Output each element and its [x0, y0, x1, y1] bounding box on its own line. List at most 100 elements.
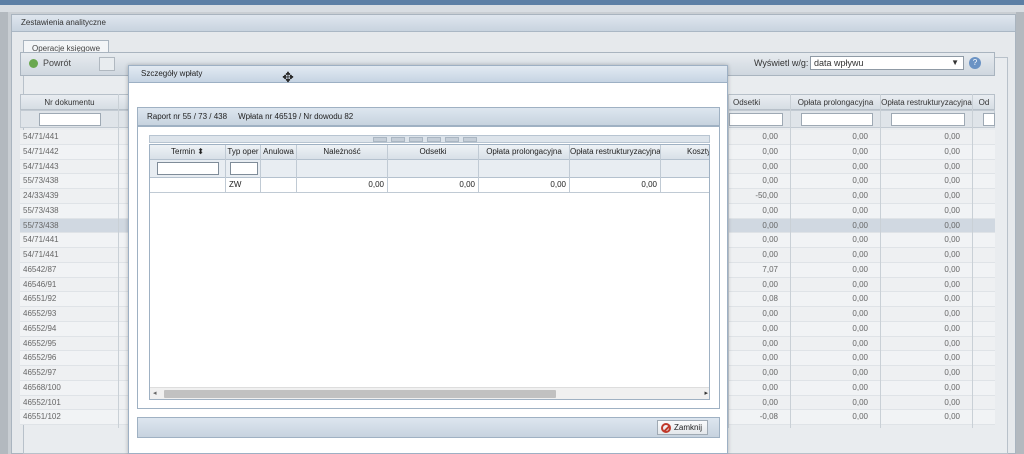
- cell-restructuring-fee: 0,00: [570, 178, 661, 193]
- close-button[interactable]: Zamknij: [656, 420, 708, 435]
- pager-last-icon[interactable]: [463, 137, 477, 142]
- pager-bar: [149, 135, 710, 143]
- cell-doc-number: 46542/87: [23, 264, 57, 274]
- col-restructuring-fee[interactable]: Opłata restrukturyzacyjna: [881, 95, 973, 111]
- pager-page-icon[interactable]: [409, 137, 423, 142]
- cell-restructuring-fee: 0,00: [944, 250, 960, 259]
- sort-icon: ⬍: [197, 147, 204, 156]
- pager-next-icon[interactable]: [445, 137, 459, 142]
- filter-doc-number[interactable]: [39, 113, 101, 126]
- pager-page-icon[interactable]: [427, 137, 441, 142]
- col-doc-number[interactable]: Nr dokumentu: [21, 95, 119, 111]
- back-arrow-icon: [29, 58, 38, 68]
- cancel-icon: [660, 422, 671, 433]
- search-icon[interactable]: [99, 57, 115, 71]
- cell-restructuring-fee: 0,00: [944, 368, 960, 377]
- cell-prolongation-fee: 0,00: [852, 161, 868, 171]
- details-container: Termin ⬍ Typ oper Anulowa Należność Odse…: [137, 126, 720, 409]
- cell-interest: -0,08: [759, 412, 778, 422]
- col-koszty[interactable]: Koszty: [661, 145, 709, 160]
- cell-doc-number: 54/71/441: [23, 235, 59, 245]
- cell-prolongation-fee: 0,00: [852, 146, 868, 156]
- col-odsetki[interactable]: Odsetki: [388, 145, 479, 160]
- filter-extra[interactable]: [983, 113, 995, 126]
- cell-doc-number: 54/71/443: [23, 161, 59, 171]
- col-prolongation-fee[interactable]: Opłata prolongacyjna: [791, 95, 881, 111]
- filter-cell: [570, 160, 661, 178]
- col-anulowana[interactable]: Anulowa: [261, 145, 297, 160]
- pager-first-icon[interactable]: [373, 137, 387, 142]
- display-by-select[interactable]: data wpływu ▼: [810, 56, 964, 70]
- cell-doc-number: 55/73/438: [23, 176, 59, 186]
- scroll-left-icon[interactable]: ◂: [153, 389, 157, 397]
- move-cursor-icon: ✥: [282, 69, 294, 85]
- col-extra[interactable]: Od: [973, 95, 995, 111]
- cell-doc-number: 46546/91: [23, 279, 57, 289]
- help-icon[interactable]: ?: [969, 57, 981, 69]
- cell-doc-number: 54/71/441: [23, 250, 59, 259]
- cell-interest: 0,00: [762, 132, 778, 141]
- cell-koszty: [661, 178, 709, 193]
- filter-prolongation-fee[interactable]: [801, 113, 873, 126]
- cell-interest: 0,00: [762, 220, 778, 230]
- table-row[interactable]: ZW 0,00 0,00 0,00 0,00: [150, 178, 709, 193]
- cell-restructuring-fee: 0,00: [944, 338, 960, 348]
- scrollbar-thumb[interactable]: [164, 390, 556, 398]
- right-edge: [1016, 12, 1024, 454]
- cell-prolongation-fee: 0,00: [852, 264, 868, 274]
- grid-divider: [118, 94, 119, 428]
- pager-prev-icon[interactable]: [391, 137, 405, 142]
- back-button[interactable]: Powrót: [29, 58, 71, 68]
- cell-interest: 0,00: [762, 250, 778, 259]
- display-by-value: data wpływu: [814, 58, 864, 68]
- cell-restructuring-fee: 0,00: [944, 353, 960, 363]
- filter-restructuring-fee[interactable]: [891, 113, 965, 126]
- col-naleznosc[interactable]: Należność: [297, 145, 388, 160]
- cell-prolongation-fee: 0,00: [852, 176, 868, 186]
- cell-restructuring-fee: 0,00: [944, 412, 960, 422]
- cell-doc-number: 46552/101: [23, 397, 61, 407]
- display-by-label: Wyświetl w/g:: [754, 58, 809, 68]
- cell-doc-number: 46552/97: [23, 368, 57, 377]
- cell-prolongation-fee: 0,00: [852, 250, 868, 259]
- cell-prolongation-fee: 0,00: [852, 191, 868, 200]
- cell-restructuring-fee: 0,00: [944, 205, 960, 215]
- cell-doc-number: 55/73/438: [23, 220, 59, 230]
- filter-typ[interactable]: [230, 162, 258, 175]
- cell-prolongation-fee: 0,00: [852, 397, 868, 407]
- cell-restructuring-fee: 0,00: [944, 264, 960, 274]
- details-filter-row: [150, 160, 709, 178]
- col-termin[interactable]: Termin ⬍: [150, 145, 226, 160]
- horizontal-scrollbar[interactable]: ◂ ▸: [150, 387, 709, 399]
- cell-interest: 7,07: [762, 264, 778, 274]
- back-label: Powrót: [43, 58, 72, 68]
- close-label: Zamknij: [673, 423, 702, 432]
- cell-doc-number: 46568/100: [23, 382, 61, 392]
- col-interest[interactable]: Odsetki: [729, 95, 791, 111]
- col-typ[interactable]: Typ oper: [226, 145, 261, 160]
- filter-interest[interactable]: [729, 113, 783, 126]
- dialog-title[interactable]: Szczegóły wpłaty: [129, 66, 727, 83]
- cell-restructuring-fee: 0,00: [944, 146, 960, 156]
- top-strip-secondary: [0, 5, 1024, 12]
- cell-interest: 0,00: [762, 176, 778, 186]
- filter-termin[interactable]: [157, 162, 219, 175]
- cell-restructuring-fee: 0,00: [944, 279, 960, 289]
- chevron-down-icon: ▼: [951, 58, 959, 67]
- cell-interest: 0,00: [762, 205, 778, 215]
- cell-prolongation-fee: 0,00: [852, 235, 868, 245]
- cell-doc-number: 46552/95: [23, 338, 57, 348]
- grid-divider: [880, 94, 881, 428]
- col-restructuring-fee[interactable]: Opłata restrukturyzacyjna: [570, 145, 661, 160]
- cell-prolongation-fee: 0,00: [852, 132, 868, 141]
- cell-interest: 0,00: [762, 397, 778, 407]
- filter-cell: [388, 160, 479, 178]
- filter-cell: [297, 160, 388, 178]
- grid-divider: [728, 94, 729, 428]
- cell-interest: 0,08: [762, 294, 778, 304]
- details-grid: Termin ⬍ Typ oper Anulowa Należność Odse…: [149, 144, 710, 400]
- scroll-right-icon[interactable]: ▸: [704, 389, 708, 397]
- cell-prolongation-fee: 0,00: [852, 382, 868, 392]
- filter-cell: [261, 160, 297, 178]
- col-prolongation-fee[interactable]: Opłata prolongacyjna: [479, 145, 570, 160]
